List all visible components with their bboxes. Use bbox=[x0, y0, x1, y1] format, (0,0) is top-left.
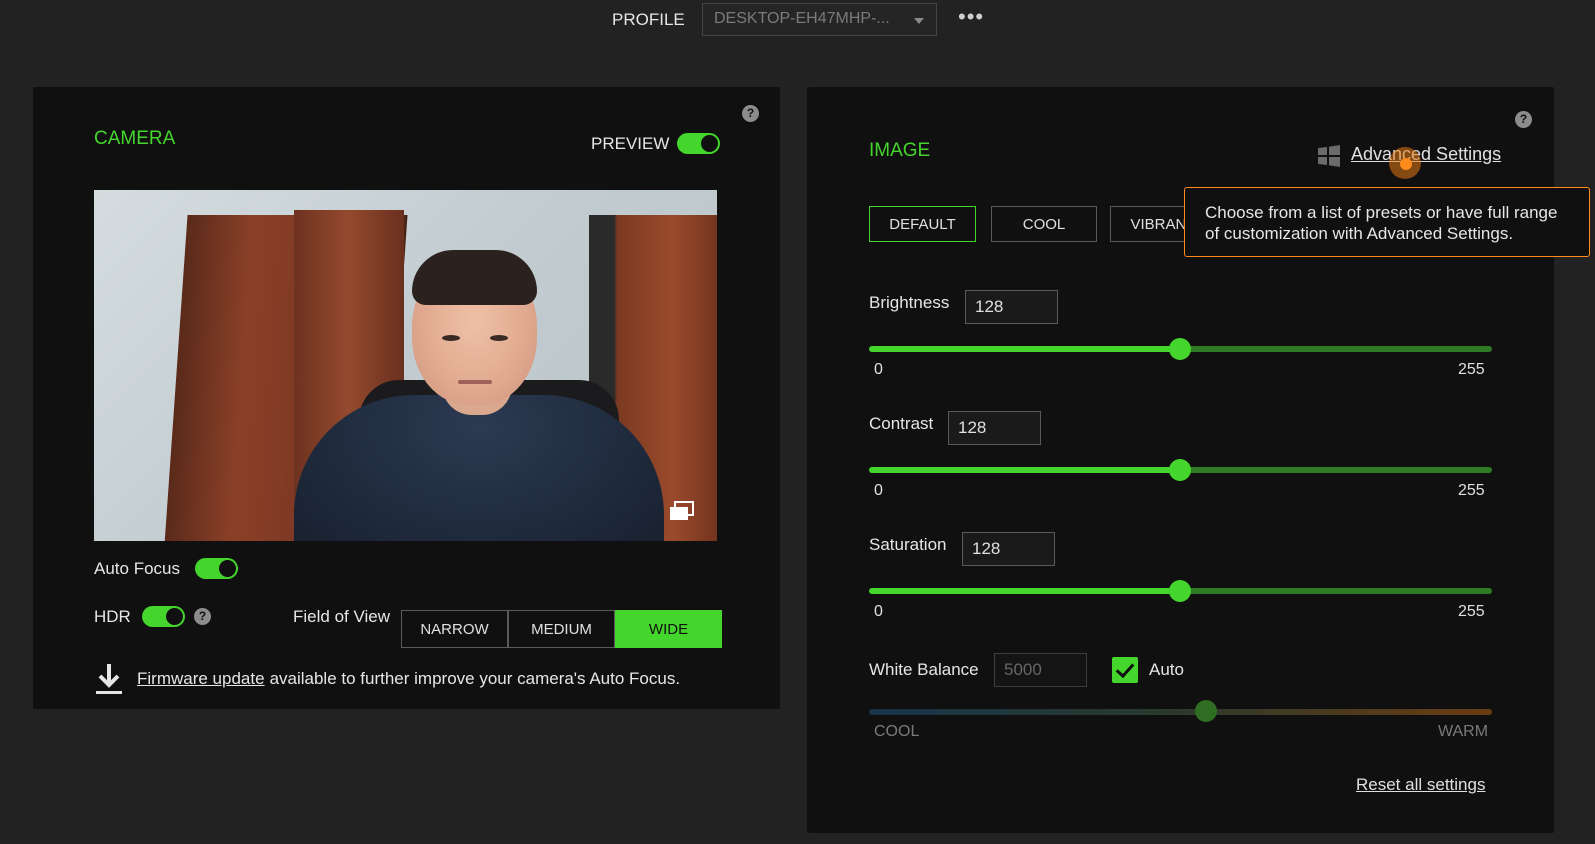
profile-dropdown-value: DESKTOP-EH47MHP-... bbox=[714, 10, 890, 27]
more-options-button[interactable]: ••• bbox=[958, 6, 984, 28]
profile-dropdown[interactable]: DESKTOP-EH47MHP-... bbox=[702, 3, 937, 36]
brightness-slider-thumb[interactable] bbox=[1169, 338, 1191, 360]
brightness-max: 255 bbox=[1458, 361, 1485, 378]
image-title: IMAGE bbox=[869, 140, 931, 161]
saturation-input[interactable]: 128 bbox=[962, 532, 1055, 566]
white-balance-auto-checkbox[interactable] bbox=[1112, 657, 1138, 683]
contrast-input[interactable]: 128 bbox=[948, 411, 1041, 445]
contrast-max: 255 bbox=[1458, 482, 1485, 499]
white-balance-slider[interactable] bbox=[869, 709, 1492, 715]
brightness-min: 0 bbox=[874, 361, 883, 378]
chevron-down-icon bbox=[914, 18, 924, 24]
fov-medium-button[interactable]: MEDIUM bbox=[508, 610, 615, 648]
hdr-toggle[interactable] bbox=[142, 606, 185, 627]
saturation-label: Saturation bbox=[869, 535, 947, 554]
download-icon bbox=[96, 664, 122, 694]
tooltip-line-1: Choose from a list of presets or have fu… bbox=[1205, 203, 1558, 222]
advanced-settings-tooltip: Choose from a list of presets or have fu… bbox=[1184, 187, 1590, 257]
camera-panel: ? CAMERA PREVIEW Auto Focus HDR ? Field … bbox=[33, 87, 780, 709]
preview-label: PREVIEW bbox=[591, 134, 670, 153]
firmware-update-link[interactable]: Firmware update bbox=[137, 669, 265, 689]
fov-narrow-button[interactable]: NARROW bbox=[401, 610, 508, 648]
white-balance-auto-label: Auto bbox=[1149, 660, 1184, 679]
brightness-label: Brightness bbox=[869, 293, 950, 312]
contrast-slider-thumb[interactable] bbox=[1169, 459, 1191, 481]
white-balance-warm-label: WARM bbox=[1438, 723, 1489, 740]
fov-label: Field of View bbox=[293, 607, 391, 626]
hdr-help-icon[interactable]: ? bbox=[194, 608, 211, 625]
fov-selector: NARROW MEDIUM WIDE bbox=[401, 610, 722, 648]
preset-default-button[interactable]: DEFAULT bbox=[869, 206, 976, 242]
preview-toggle[interactable] bbox=[677, 133, 720, 154]
camera-help-icon[interactable]: ? bbox=[742, 105, 759, 122]
hdr-label: HDR bbox=[94, 607, 131, 626]
camera-title: CAMERA bbox=[94, 128, 176, 149]
white-balance-slider-thumb[interactable] bbox=[1195, 700, 1217, 722]
cursor-indicator bbox=[1389, 147, 1421, 179]
tooltip-line-2: of customization with Advanced Settings. bbox=[1205, 224, 1514, 243]
auto-focus-toggle[interactable] bbox=[195, 558, 238, 579]
firmware-notice: Firmware update available to further imp… bbox=[95, 662, 680, 696]
auto-focus-label: Auto Focus bbox=[94, 559, 180, 578]
preset-cool-button[interactable]: COOL bbox=[991, 206, 1097, 242]
profile-label: PROFILE bbox=[612, 10, 685, 29]
brightness-input[interactable]: 128 bbox=[965, 290, 1058, 324]
contrast-min: 0 bbox=[874, 482, 883, 499]
windows-icon bbox=[1318, 145, 1340, 167]
contrast-label: Contrast bbox=[869, 414, 934, 433]
saturation-slider-thumb[interactable] bbox=[1169, 580, 1191, 602]
advanced-settings-link[interactable]: Advanced Settings bbox=[1351, 144, 1501, 165]
camera-preview bbox=[94, 190, 717, 541]
white-balance-cool-label: COOL bbox=[874, 723, 920, 740]
fov-wide-button[interactable]: WIDE bbox=[615, 610, 722, 648]
image-help-icon[interactable]: ? bbox=[1515, 111, 1532, 128]
white-balance-label: White Balance bbox=[869, 660, 979, 679]
reset-all-settings-link[interactable]: Reset all settings bbox=[1356, 775, 1485, 795]
saturation-max: 255 bbox=[1458, 603, 1485, 620]
popout-preview-icon[interactable] bbox=[669, 501, 695, 521]
white-balance-input[interactable]: 5000 bbox=[994, 653, 1087, 687]
firmware-notice-text: available to further improve your camera… bbox=[269, 669, 681, 688]
saturation-min: 0 bbox=[874, 603, 883, 620]
